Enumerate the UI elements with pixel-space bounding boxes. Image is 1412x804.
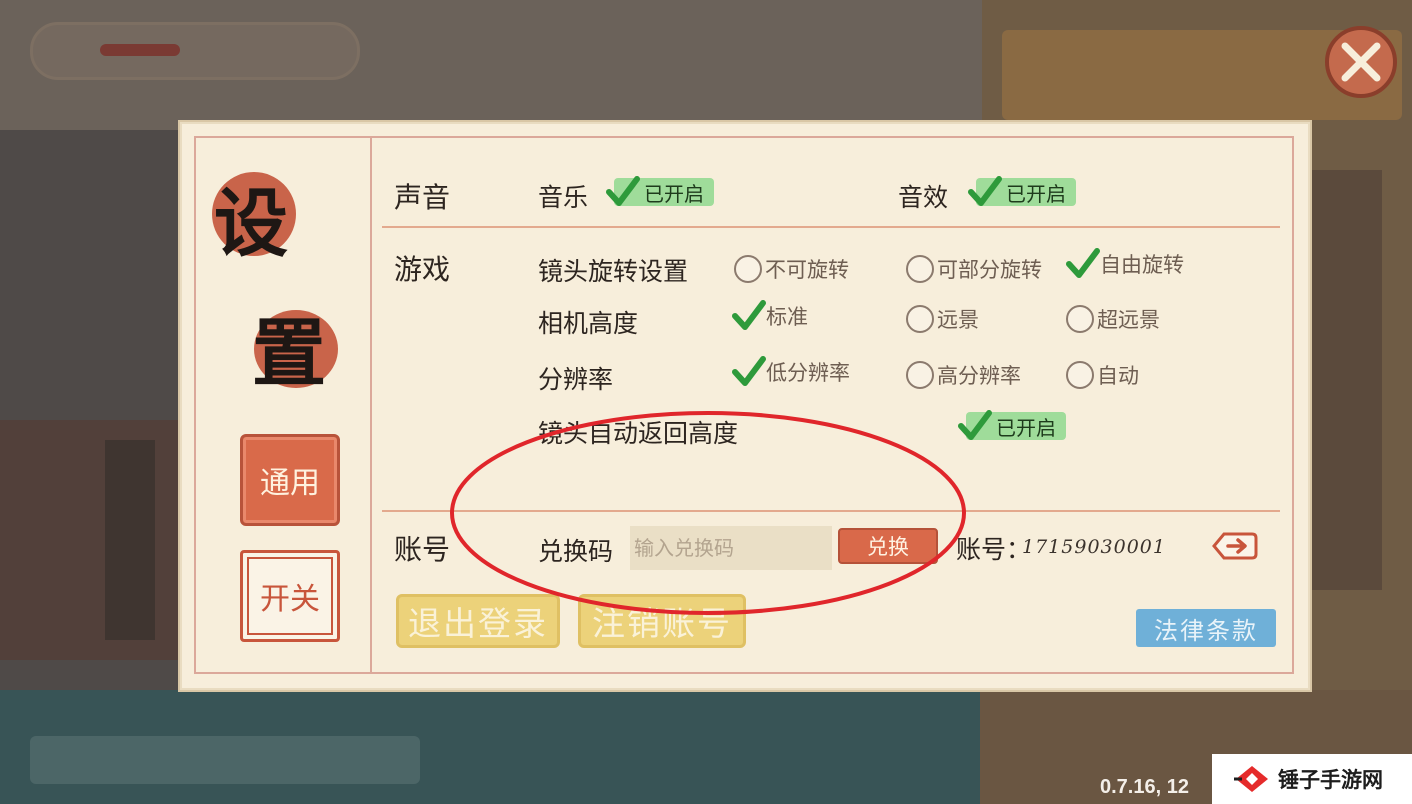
logout-button[interactable]: 退出登录 xyxy=(396,594,560,648)
resolution-label: 分辨率 xyxy=(538,365,614,394)
side-divider xyxy=(370,136,372,674)
background-art xyxy=(1302,170,1382,590)
camera-height-label: 相机高度 xyxy=(538,309,639,338)
divider xyxy=(382,510,1280,512)
option-label: 不可旋转 xyxy=(765,258,849,282)
version-text: 0.7.16, 12 xyxy=(1100,776,1189,798)
option-auto-resolution[interactable]: 自动 xyxy=(1066,360,1139,390)
sfx-toggle[interactable]: 已开启 xyxy=(968,176,1076,208)
option-label: 高分辨率 xyxy=(937,364,1021,388)
account-id: 17159030001 xyxy=(1022,536,1166,558)
music-label: 音乐 xyxy=(538,183,589,212)
hammer-logo-icon xyxy=(1234,766,1268,792)
watermark: 锤子手游网 xyxy=(1212,754,1412,804)
checkmark-icon xyxy=(732,356,766,386)
redeem-code-input[interactable] xyxy=(630,526,832,570)
option-label: 可部分旋转 xyxy=(937,258,1042,282)
section-game: 游戏 xyxy=(394,253,451,286)
close-icon xyxy=(1341,42,1381,82)
option-label: 低分辨率 xyxy=(766,361,850,385)
auto-return-label: 镜头自动返回高度 xyxy=(538,419,739,448)
option-label: 远景 xyxy=(937,308,979,332)
option-label: 自由旋转 xyxy=(1100,253,1184,277)
option-ultra-far-view[interactable]: 超远景 xyxy=(1066,304,1160,334)
radio-icon xyxy=(734,255,762,283)
checkmark-icon xyxy=(732,300,766,330)
option-partial-rotation[interactable]: 可部分旋转 xyxy=(906,254,1042,284)
sfx-label: 音效 xyxy=(898,183,949,212)
account-label: 账号： xyxy=(956,535,1032,564)
background-top-bar-fill xyxy=(100,44,180,56)
divider xyxy=(382,226,1280,228)
background-card xyxy=(105,440,155,640)
checkmark-icon xyxy=(968,176,1002,206)
radio-icon xyxy=(1066,305,1094,333)
checkmark-icon xyxy=(958,410,992,440)
redeem-button[interactable]: 兑换 xyxy=(838,528,938,564)
redeem-label: 兑换码 xyxy=(538,537,614,566)
section-sound: 声音 xyxy=(394,181,451,214)
radio-icon xyxy=(906,305,934,333)
title-char-2: 置 xyxy=(252,311,326,397)
music-toggle[interactable]: 已开启 xyxy=(606,176,714,208)
tab-general[interactable]: 通用 xyxy=(240,434,340,526)
close-button[interactable] xyxy=(1325,26,1397,98)
section-account: 账号 xyxy=(394,533,451,566)
checkmark-icon xyxy=(606,176,640,206)
radio-icon xyxy=(1066,361,1094,389)
radio-icon xyxy=(906,255,934,283)
auto-return-toggle[interactable]: 已开启 xyxy=(958,410,1066,442)
option-low-resolution[interactable]: 低分辨率 xyxy=(732,356,850,388)
option-label: 标准 xyxy=(766,305,808,329)
watermark-text: 锤子手游网 xyxy=(1278,768,1383,792)
option-far-view[interactable]: 远景 xyxy=(906,304,979,334)
option-free-rotation[interactable]: 自由旋转 xyxy=(1066,248,1184,280)
radio-icon xyxy=(906,361,934,389)
option-label: 超远景 xyxy=(1097,308,1160,332)
camera-rotation-label: 镜头旋转设置 xyxy=(538,257,689,286)
delete-account-button[interactable]: 注销账号 xyxy=(578,594,746,648)
option-high-resolution[interactable]: 高分辨率 xyxy=(906,360,1021,390)
tab-switches[interactable]: 开关 xyxy=(240,550,340,642)
background-bottom-bar xyxy=(30,736,420,784)
panel-border xyxy=(194,136,1294,674)
settings-panel: 设 置 通用 开关 声音 音乐 已开启 音效 已开启 游戏 镜头旋转设置 不可旋… xyxy=(180,122,1310,690)
checkmark-icon xyxy=(1066,248,1100,278)
switch-account-icon[interactable] xyxy=(1212,532,1258,560)
legal-terms-button[interactable]: 法律条款 xyxy=(1136,609,1276,647)
option-label: 自动 xyxy=(1097,364,1139,388)
option-standard[interactable]: 标准 xyxy=(732,300,808,332)
background-top-bar xyxy=(30,22,360,80)
title-char-1: 设 xyxy=(214,181,288,267)
option-no-rotation[interactable]: 不可旋转 xyxy=(734,254,849,284)
